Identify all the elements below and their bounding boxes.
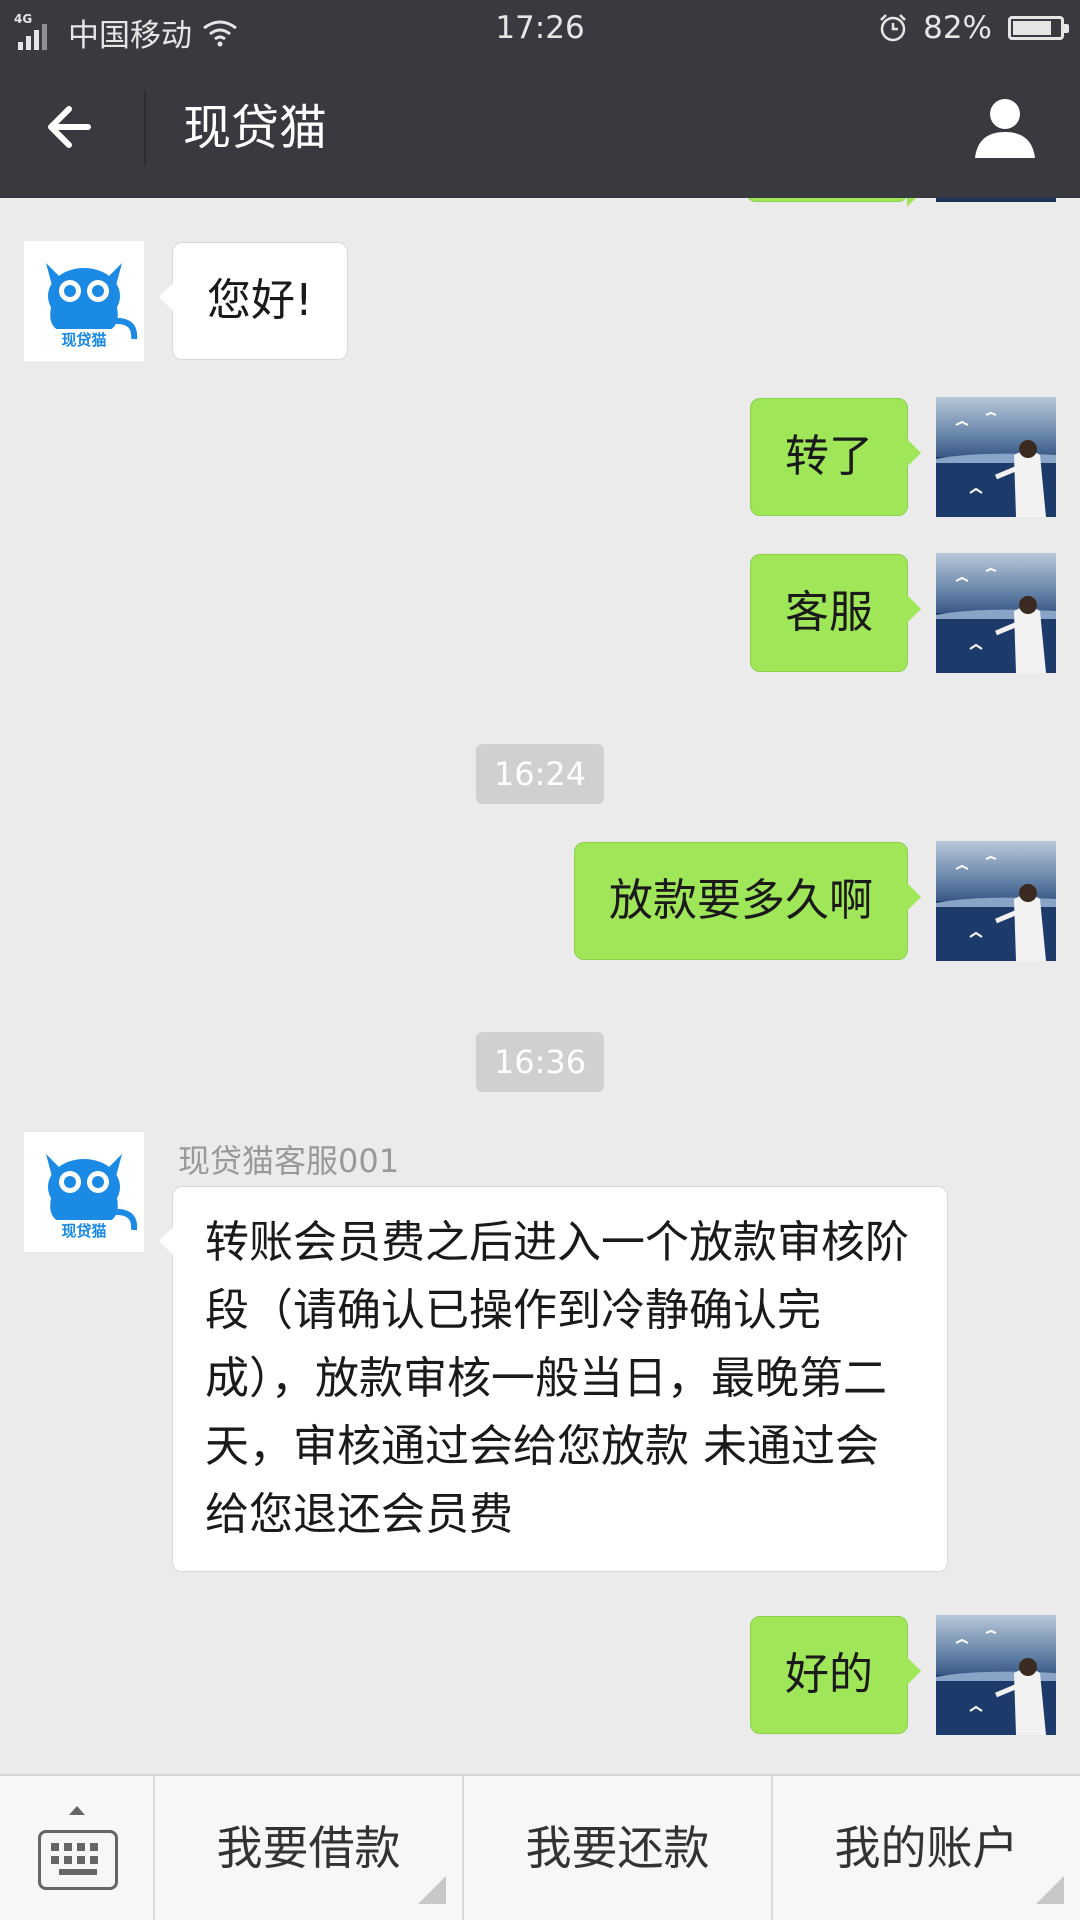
menu-borrow-button[interactable]: 我要借款 [155, 1776, 464, 1920]
chat-area[interactable]: 现贷猫 您好! 转了 客服 16:24 放款要多久啊 16:36 现贷猫 现贷猫… [0, 198, 1080, 1774]
submenu-indicator-icon [1036, 1876, 1064, 1904]
message-bubble[interactable]: 客服 [750, 554, 921, 672]
submenu-indicator-icon [418, 1876, 446, 1904]
user-avatar[interactable] [936, 1615, 1056, 1735]
user-avatar[interactable] [936, 397, 1056, 517]
message-bubble[interactable]: 放款要多久啊 [574, 842, 921, 960]
user-photo [936, 411, 1056, 517]
menu-account-button[interactable]: 我的账户 [773, 1776, 1080, 1920]
cat-logo-icon: 现贷猫 [44, 1154, 138, 1242]
message-bubble[interactable]: 转了 [750, 398, 921, 516]
message-text: 转账会员费之后进入一个放款审核阶段（请确认已操作到冷静确认完成），放款审核一般当… [205, 1217, 909, 1540]
person-icon[interactable] [970, 92, 1040, 162]
user-photo [936, 855, 1056, 961]
status-bar: 4G 中国移动 17:26 82% [0, 0, 1080, 58]
bottom-menu-bar: 我要借款 我要还款 我的账户 [0, 1774, 1080, 1920]
user-photo [936, 567, 1056, 673]
sender-name: 现贷猫客服001 [178, 1142, 400, 1180]
menu-label: 我要借款 [216, 1821, 401, 1875]
avatar-logo-text: 现贷猫 [61, 331, 106, 349]
keyboard-icon [38, 1830, 118, 1890]
message-bubble[interactable]: 您好! [159, 242, 348, 360]
message-text: 客服 [785, 587, 873, 638]
user-photo [936, 1629, 1056, 1735]
message-text: 放款要多久啊 [609, 875, 873, 926]
expand-up-icon [69, 1806, 85, 1815]
title-divider [144, 90, 146, 166]
menu-label: 我要还款 [525, 1821, 710, 1875]
battery-icon [1008, 16, 1069, 40]
message-text: 好的 [785, 1649, 873, 1700]
avatar-logo-text: 现贷猫 [61, 1222, 106, 1240]
user-avatar[interactable] [936, 841, 1056, 961]
timestamp: 16:24 [475, 744, 605, 804]
user-avatar-fragment [936, 198, 1056, 202]
service-avatar[interactable]: 现贷猫 [24, 1132, 144, 1252]
message-bubble[interactable]: 好的 [750, 1616, 921, 1734]
message-bubble[interactable]: 转账会员费之后进入一个放款审核阶段（请确认已操作到冷静确认完成），放款审核一般当… [159, 1186, 948, 1572]
message-text: 您好! [207, 275, 313, 326]
menu-repay-button[interactable]: 我要还款 [464, 1776, 773, 1920]
battery-fill [1013, 21, 1051, 35]
battery-percent: 82% [923, 10, 992, 46]
message-text: 转了 [785, 431, 873, 482]
keyboard-toggle-button[interactable] [0, 1776, 155, 1920]
cat-logo-icon: 现贷猫 [44, 263, 138, 351]
service-avatar[interactable]: 现贷猫 [24, 241, 144, 361]
menu-label: 我的账户 [834, 1821, 1019, 1875]
alarm-icon [880, 14, 906, 42]
title-bar: 现贷猫 [0, 58, 1080, 198]
previous-message-fragment [746, 198, 921, 207]
page-title: 现贷猫 [183, 100, 328, 156]
user-avatar[interactable] [936, 553, 1056, 673]
arrow-left-icon[interactable] [36, 92, 106, 162]
timestamp: 16:36 [475, 1032, 605, 1092]
status-right: 82% [877, 10, 1069, 46]
